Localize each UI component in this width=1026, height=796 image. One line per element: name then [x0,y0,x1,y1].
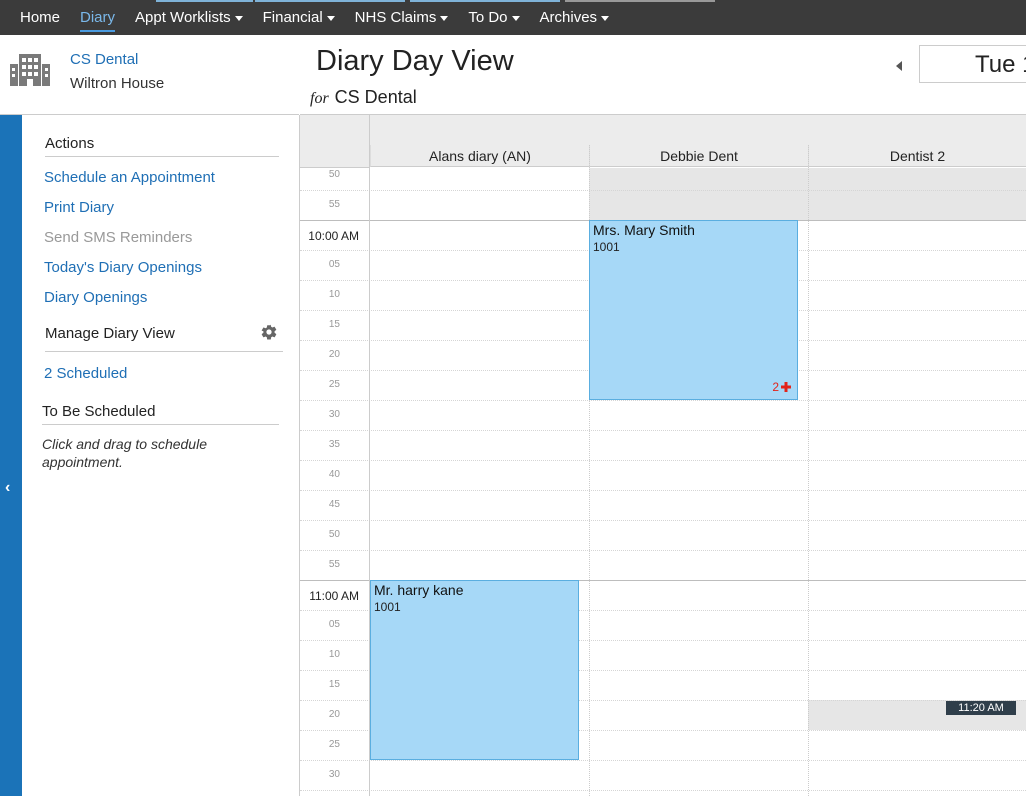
nav-diary-label: Diary [80,9,116,26]
time-label: 45 [328,499,340,510]
time-label: 25 [328,739,340,750]
time-label: 20 [328,349,340,360]
nav-nhs-claims[interactable]: NHS Claims [355,9,449,26]
time-label: 55 [328,559,340,570]
nav-appt-worklists[interactable]: Appt Worklists [135,9,243,26]
time-gutter-header [300,115,370,168]
time-label: 10 [328,289,340,300]
caret-down-icon [601,15,610,21]
time-label: 20 [328,709,340,720]
diary-grid: Alans diary (AN) Debbie Dent Dentist 2 5… [300,115,1026,796]
top-nav-bar: Home Diary Appt Worklists Financial NHS … [0,0,1026,35]
appointment-code: 1001 [593,240,620,254]
caret-down-icon [234,15,243,21]
current-time-marker: 11:20 AM [946,701,1016,715]
time-label: 10 [328,649,340,660]
time-column: 50 55 10:00 AM 05 10 15 20 25 30 35 40 4… [300,168,370,796]
nav-home-label: Home [20,9,61,26]
nav-to-do[interactable]: To Do [468,9,520,26]
caret-down-icon [511,15,520,21]
time-label: 15 [328,319,340,330]
page-header: Diary Day View for CS Dental Tue 1 [300,35,1026,115]
gear-icon[interactable] [260,323,278,341]
appointment-mary-smith[interactable]: Mrs. Mary Smith 1001 2 [589,220,798,400]
diary-openings-link[interactable]: Diary Openings [44,289,147,306]
slot-line [300,520,1026,521]
chevron-left-icon[interactable]: ‹ [5,479,10,497]
to-be-scheduled-hint: Click and drag to schedule appointment. [42,436,207,470]
time-label: 50 [328,169,340,180]
sidebar: Actions Schedule an Appointment Print Di… [22,115,300,796]
building-icon [10,54,50,86]
slot-line [300,460,1026,461]
slot-line [300,490,1026,491]
column-divider [808,145,809,796]
slot-line [300,400,1026,401]
time-label: 30 [328,769,340,780]
medical-cross-icon [781,382,791,392]
nav-nhs-claims-label: NHS Claims [354,9,437,26]
slot-line [300,430,1026,431]
slot-line [300,190,1026,191]
time-label: 35 [328,439,340,450]
caret-down-icon [326,15,335,21]
send-sms-reminders-link: Send SMS Reminders [44,229,193,246]
to-be-scheduled-heading: To Be Scheduled [42,403,279,425]
manage-diary-view-heading: Manage Diary View [45,325,283,352]
subtitle-practice: CS Dental [334,87,417,107]
column-header-debbie-dent: Debbie Dent [589,145,808,167]
hour-label: 10:00 AM [308,229,359,243]
time-label: 05 [328,619,340,630]
nav-financial-label: Financial [262,9,323,26]
page-title: Diary Day View [316,45,514,77]
column-header-alans-diary: Alans diary (AN) [370,145,589,167]
appointment-code: 1001 [374,600,401,614]
column-header-dentist-2: Dentist 2 [808,145,1026,167]
time-label: 30 [328,409,340,420]
column-header-band [370,115,1026,145]
print-diary-link[interactable]: Print Diary [44,199,114,216]
appointment-patient-name: Mrs. Mary Smith [593,222,695,238]
appointment-alert: 2 [772,380,791,394]
schedule-appointment-link[interactable]: Schedule an Appointment [44,169,215,186]
todays-diary-openings-link[interactable]: Today's Diary Openings [44,259,202,276]
appointment-alert-count: 2 [772,380,779,394]
page-subtitle: for CS Dental [310,87,417,108]
slot-line [300,760,1026,761]
appointment-harry-kane[interactable]: Mr. harry kane 1001 [370,580,579,760]
time-label: 15 [328,679,340,690]
hour-label: 11:00 AM [309,589,359,603]
caret-down-icon [440,15,449,21]
for-prefix: for [310,90,329,107]
appointment-patient-name: Mr. harry kane [374,582,464,598]
previous-day-arrow-icon[interactable] [896,61,902,71]
scheduled-count-link[interactable]: 2 Scheduled [44,365,127,382]
practice-info: CS Dental Wiltron House [0,35,299,115]
nav-financial[interactable]: Financial [263,9,335,26]
slot-line [300,550,1026,551]
practice-address: Wiltron House [70,75,165,92]
nav-to-do-label: To Do [468,9,508,26]
time-label: 55 [328,199,340,210]
slot-line [300,790,1026,791]
date-selector[interactable]: Tue 1 [919,45,1026,83]
nav-archives[interactable]: Archives [540,9,610,26]
practice-name-link[interactable]: CS Dental [70,51,138,68]
time-label: 50 [328,529,340,540]
actions-heading: Actions [45,135,279,157]
nav-diary[interactable]: Diary [80,9,116,32]
time-label: 25 [328,379,340,390]
sidebar-collapse-strip[interactable]: ‹ [0,115,22,796]
time-label: 40 [328,469,340,480]
time-label: 05 [328,259,340,270]
nav-appt-worklists-label: Appt Worklists [135,9,231,26]
nav-archives-label: Archives [539,9,598,26]
nav-home[interactable]: Home [20,9,60,26]
